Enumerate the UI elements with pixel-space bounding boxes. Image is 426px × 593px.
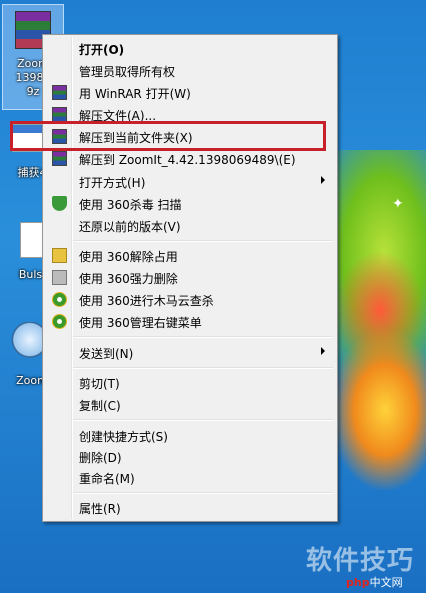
winrar-icon [52,107,67,122]
menu-item-label: 使用 360进行木马云查杀 [79,294,214,308]
menu-item-360-unlock[interactable]: 使用 360解除占用 [45,245,333,266]
360-icon [52,314,67,329]
menu-item-cut[interactable]: 剪切(T) [45,372,333,393]
menu-item-360-manage-menu[interactable]: 使用 360管理右键菜单 [45,311,333,332]
menu-item-label: 还原以前的版本(V) [79,220,181,234]
wallpaper-glow-orange [330,330,426,490]
menu-item-label: 管理员取得所有权 [79,65,176,79]
menu-item-label: 打开(O) [79,43,125,57]
menu-item-send-to[interactable]: 发送到(N) [45,342,333,363]
winrar-icon [52,85,67,100]
submenu-arrow-icon [321,176,325,184]
submenu-arrow-icon [321,347,325,355]
menu-item-label: 属性(R) [79,502,121,516]
menu-item-label: 发送到(N) [79,347,134,361]
site-suffix: 中文网 [369,576,403,589]
menu-item-open-with[interactable]: 打开方式(H) [45,171,333,192]
menu-item-label: 剪切(T) [79,377,120,391]
highlight-box [10,121,326,151]
menu-separator [73,492,333,494]
shredder-icon [52,270,67,285]
butterfly-icon: ✦ [392,196,404,212]
menu-item-label: 删除(D) [79,451,122,465]
context-menu: 打开(O) 管理员取得所有权 用 WinRAR 打开(W) 解压文件(A)...… [42,34,338,522]
menu-item-label: 重命名(M) [79,472,135,486]
menu-item-label: 使用 360强力删除 [79,272,178,286]
menu-separator [73,419,333,421]
menu-item-open[interactable]: 打开(O) [45,38,333,59]
menu-item-label: 打开方式(H) [79,176,146,190]
menu-separator [73,336,333,338]
menu-item-extract-to-folder[interactable]: 解压到 ZoomIt_4.42.1398069489\(E) [45,148,333,169]
site-prefix: php [346,576,370,589]
menu-item-360-force-delete[interactable]: 使用 360强力删除 [45,267,333,288]
menu-item-properties[interactable]: 属性(R) [45,497,333,518]
menu-item-label: 解压到 ZoomIt_4.42.1398069489\(E) [79,153,296,167]
menu-item-label: 使用 360解除占用 [79,250,178,264]
menu-item-label: 创建快捷方式(S) [79,430,168,444]
menu-item-create-shortcut[interactable]: 创建快捷方式(S) [45,425,333,446]
watermark-text: 软件技巧 [306,546,415,576]
menu-separator [73,240,333,242]
menu-item-rename[interactable]: 重命名(M) [45,467,333,488]
menu-item-label: 用 WinRAR 打开(W) [79,87,191,101]
winrar-icon [52,151,67,166]
menu-item-label: 使用 360杀毒 扫描 [79,198,182,212]
menu-item-label: 复制(C) [79,399,121,413]
menu-item-360-scan[interactable]: 使用 360杀毒 扫描 [45,193,333,214]
site-watermark: php中文网 [346,574,403,590]
unlock-folder-icon [52,248,67,263]
menu-item-restore-versions[interactable]: 还原以前的版本(V) [45,215,333,236]
360-icon [52,292,67,307]
menu-separator [73,367,333,369]
menu-item-delete[interactable]: 删除(D) [45,446,333,467]
shield-icon [52,196,67,211]
menu-item-take-ownership[interactable]: 管理员取得所有权 [45,60,333,81]
menu-item-copy[interactable]: 复制(C) [45,394,333,415]
menu-item-label: 使用 360管理右键菜单 [79,316,202,330]
document-icon [20,222,44,258]
menu-item-360-trojan-scan[interactable]: 使用 360进行木马云查杀 [45,289,333,310]
menu-item-open-with-winrar[interactable]: 用 WinRAR 打开(W) [45,82,333,103]
